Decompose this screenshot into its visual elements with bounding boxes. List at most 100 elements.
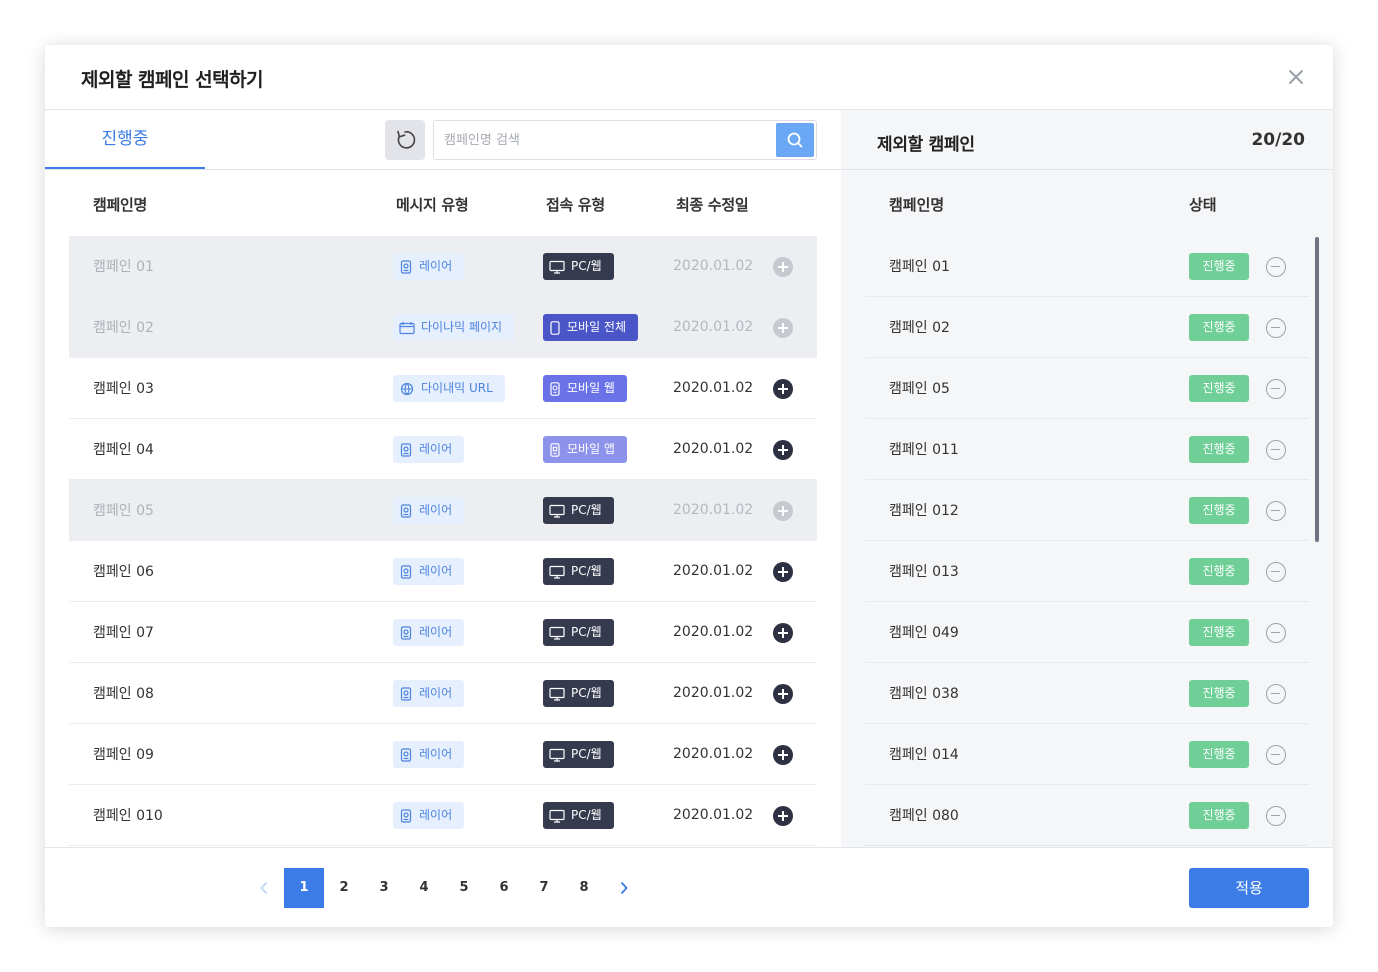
access-type-label: 모바일 웹 (567, 381, 615, 395)
remove-campaign-button[interactable] (1266, 623, 1286, 643)
access-type-chip: PC/웹 (543, 619, 614, 646)
tab-in-progress[interactable]: 진행중 (45, 110, 205, 170)
message-type-label: 다이내믹 URL (421, 381, 493, 395)
last-modified-date: 2020.01.02 (673, 502, 754, 518)
add-campaign-button (773, 318, 793, 338)
remove-campaign-button[interactable] (1266, 379, 1286, 399)
add-campaign-button[interactable] (773, 745, 793, 765)
excluded-row: 캠페인 038 진행중 (865, 663, 1309, 724)
table-row[interactable]: 캠페인 08 레이어 PC/웹 2020.01.02 (69, 663, 817, 724)
layer-icon (400, 686, 412, 701)
table-row[interactable]: 캠페인 06 레이어 PC/웹 2020.01.02 (69, 541, 817, 602)
access-type-label: PC/웹 (571, 747, 602, 761)
next-page-button[interactable] (604, 868, 644, 908)
table-row[interactable]: 캠페인 010 레이어 PC/웹 2020.01.02 (69, 785, 817, 846)
dialog-header: 제외할 캠페인 선택하기 (45, 45, 1333, 110)
excluded-table-body: 캠페인 01 진행중 캠페인 02 진행중 캠페인 05 진행중 캠페인 011 진행중 캠페인… (865, 236, 1309, 847)
page-button[interactable]: 4 (404, 868, 444, 908)
message-type-chip: 다이내믹 URL (393, 375, 505, 402)
access-type-chip: PC/웹 (543, 497, 614, 524)
table-row: 캠페인 02 다이나믹 페이지 모바일 전체 2020.01.02 (69, 297, 817, 358)
access-type-label: PC/웹 (571, 808, 602, 822)
remove-campaign-button[interactable] (1266, 318, 1286, 338)
message-type-label: 레이어 (419, 747, 453, 761)
excluded-list-scrollbar[interactable] (1315, 237, 1319, 542)
add-campaign-button[interactable] (773, 562, 793, 582)
dynamic-url-icon (400, 382, 414, 395)
access-type-chip: 모바일 웹 (543, 375, 627, 402)
column-header-message-type[interactable]: 메시지 유형 (396, 194, 469, 215)
campaign-name: 캠페인 010 (93, 808, 163, 824)
remove-campaign-button[interactable] (1266, 562, 1286, 582)
campaign-name: 캠페인 02 (889, 320, 950, 336)
message-type-label: 다이나믹 페이지 (421, 320, 503, 334)
page-button[interactable]: 7 (524, 868, 564, 908)
message-type-chip: 레이어 (393, 253, 465, 280)
table-row[interactable]: 캠페인 03 다이내믹 URL 모바일 웹 2020.01.02 (69, 358, 817, 419)
page-button[interactable]: 3 (364, 868, 404, 908)
status-badge: 진행중 (1189, 253, 1249, 280)
remove-campaign-button[interactable] (1266, 684, 1286, 704)
pagination: 12345678 (244, 868, 644, 908)
message-type-chip: 다이나믹 페이지 (393, 314, 515, 341)
add-campaign-button[interactable] (773, 623, 793, 643)
page-button[interactable]: 8 (564, 868, 604, 908)
message-type-chip: 레이어 (393, 497, 465, 524)
access-type-chip: PC/웹 (543, 802, 614, 829)
mobile-web-icon (550, 381, 560, 396)
campaign-list-panel: 진행중 캠페인명 메시지 유형 접속 유형 최종 수정일 캠페인 01레이어PC (45, 110, 841, 847)
last-modified-date: 2020.01.02 (673, 746, 754, 762)
page-button[interactable]: 1 (284, 868, 324, 908)
table-row[interactable]: 캠페인 09 레이어 PC/웹 2020.01.02 (69, 724, 817, 785)
add-campaign-button[interactable] (773, 806, 793, 826)
column-header-status[interactable]: 상태 (1189, 194, 1217, 215)
mobile-app-icon (550, 442, 560, 457)
access-type-label: PC/웹 (571, 625, 602, 639)
campaign-name: 캠페인 080 (889, 808, 959, 824)
column-header-access-type[interactable]: 접속 유형 (546, 194, 605, 215)
campaign-table-body: 캠페인 01 레이어 PC/웹 2020.01.02 캠페인 02 다이나믹 페이지 모바일… (69, 236, 817, 846)
excluded-table-header: 캠페인명 상태 (865, 170, 1309, 236)
monitor-icon (549, 260, 565, 274)
search-input[interactable] (444, 127, 764, 153)
remove-campaign-button[interactable] (1266, 745, 1286, 765)
search-button[interactable] (776, 123, 814, 157)
status-badge: 진행중 (1189, 436, 1249, 463)
monitor-icon (549, 748, 565, 762)
campaign-name: 캠페인 09 (93, 747, 154, 763)
refresh-button[interactable] (385, 120, 425, 160)
remove-campaign-button[interactable] (1266, 440, 1286, 460)
add-campaign-button[interactable] (773, 440, 793, 460)
close-button[interactable] (1285, 66, 1307, 88)
refresh-icon (397, 130, 416, 149)
campaign-name: 캠페인 011 (889, 442, 959, 458)
add-campaign-button (773, 257, 793, 277)
page-button[interactable]: 6 (484, 868, 524, 908)
campaign-name: 캠페인 03 (93, 381, 154, 397)
page-button[interactable]: 5 (444, 868, 484, 908)
search-icon (787, 132, 803, 148)
remove-campaign-button[interactable] (1266, 501, 1286, 521)
monitor-icon (549, 504, 565, 518)
page-numbers: 12345678 (284, 868, 604, 908)
remove-campaign-button[interactable] (1266, 806, 1286, 826)
column-header-last-modified[interactable]: 최종 수정일 (676, 194, 749, 215)
table-row[interactable]: 캠페인 04 레이어 모바일 앱 2020.01.02 (69, 419, 817, 480)
column-header-campaign-name[interactable]: 캠페인명 (93, 194, 147, 215)
add-campaign-button[interactable] (773, 684, 793, 704)
campaign-name: 캠페인 08 (93, 686, 154, 702)
column-header-campaign-name[interactable]: 캠페인명 (889, 194, 944, 215)
chevron-right-icon (621, 882, 628, 894)
page-button[interactable]: 2 (324, 868, 364, 908)
close-icon (1289, 70, 1303, 84)
excluded-row: 캠페인 014 진행중 (865, 724, 1309, 785)
remove-campaign-button[interactable] (1266, 257, 1286, 277)
table-row[interactable]: 캠페인 07 레이어 PC/웹 2020.01.02 (69, 602, 817, 663)
apply-button[interactable]: 적용 (1189, 868, 1309, 908)
message-type-chip: 레이어 (393, 680, 465, 707)
prev-page-button[interactable] (244, 868, 284, 908)
layer-icon (400, 625, 412, 640)
add-campaign-button[interactable] (773, 379, 793, 399)
table-row: 캠페인 05 레이어 PC/웹 2020.01.02 (69, 480, 817, 541)
last-modified-date: 2020.01.02 (673, 563, 754, 579)
